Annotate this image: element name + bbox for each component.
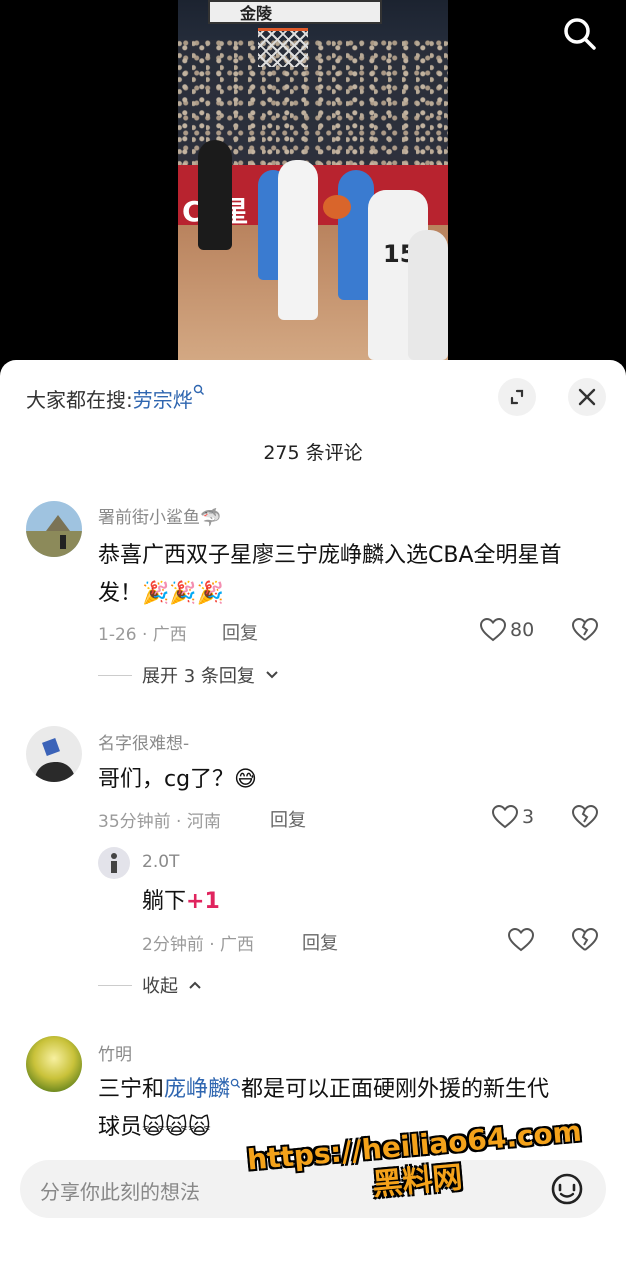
divider-line (98, 674, 132, 676)
expand-icon (510, 389, 524, 405)
comment-meta: 35分钟前 · 河南 (98, 812, 221, 832)
avatar-image (98, 847, 130, 879)
comment-input-placeholder[interactable]: 分享你此刻的想法 (40, 1176, 200, 1205)
comment-text: 哥们，cg了？😅 (98, 767, 257, 792)
like-button[interactable]: 80 (480, 618, 534, 642)
dislike-button[interactable] (571, 804, 599, 833)
avatar-image (26, 501, 82, 557)
backboard-text: 金陵 (240, 4, 273, 23)
expand-replies[interactable]: 展开 3 条回复 (98, 662, 279, 688)
avatar-image (26, 726, 82, 782)
divider-line (98, 984, 132, 986)
comment-text-prefix: 三宁和 (98, 1077, 165, 1102)
expand-replies-label: 展开 3 条回复 (142, 666, 255, 687)
broken-heart-icon (571, 617, 599, 641)
expand-button[interactable] (498, 378, 536, 416)
comment-text-line: 三宁和庞峥麟 都是可以正面硬刚外援的新生代 (98, 1072, 549, 1108)
broken-heart-icon (571, 927, 599, 951)
broken-heart-icon (571, 804, 599, 828)
player-white-2 (408, 230, 448, 360)
comment-username[interactable]: 署前街小鲨鱼🦈 (98, 503, 221, 528)
search-icon (564, 18, 596, 50)
reply-username[interactable]: 2.0T (142, 852, 179, 872)
search-keyword-link[interactable]: 庞峥麟 (164, 1077, 230, 1102)
heart-icon (508, 928, 534, 952)
search-small-icon (230, 1078, 241, 1089)
emoji-button[interactable] (550, 1172, 584, 1206)
like-count: 80 (510, 619, 535, 641)
comment-username[interactable]: 竹明 (98, 1040, 132, 1065)
reply-meta: 2分钟前 · 广西 (142, 935, 255, 955)
like-button[interactable] (508, 928, 534, 952)
like-button[interactable]: 3 (492, 805, 534, 829)
reply-button[interactable]: 回复 (222, 619, 258, 645)
reply-button[interactable]: 回复 (270, 806, 306, 832)
avatar[interactable] (98, 847, 130, 879)
reply-button[interactable]: 回复 (302, 929, 338, 955)
dislike-button[interactable] (571, 617, 599, 646)
comment-text-line: 发！🎉🎉🎉 (98, 581, 225, 606)
close-icon (578, 388, 596, 406)
referee (198, 140, 232, 250)
reply-text: 躺下+1 (142, 884, 220, 920)
comment-text-line: 球员🙀🙀🙀 (98, 1115, 211, 1140)
chevron-up-icon (189, 981, 201, 989)
basketball (323, 195, 351, 219)
heart-icon (492, 805, 518, 829)
comment-text-suffix: 都是可以正面硬刚外援的新生代 (241, 1077, 550, 1102)
comment-username[interactable]: 名字很难想- (98, 729, 189, 754)
video-player[interactable]: CL星 金陵 15 (0, 0, 626, 360)
comment-sheet: 大家都在搜:劳宗烨 275 条评论 署前街小鲨鱼🦈 恭喜广西双子星廖三宁庞峥麟入… (0, 360, 626, 1280)
comment-input-bar[interactable]: 分享你此刻的想法 (20, 1160, 606, 1218)
everyone-search-term[interactable]: 劳宗烨 (133, 388, 193, 412)
collapse-replies[interactable]: 收起 (98, 972, 202, 998)
comment-text-line: 恭喜广西双子星廖三宁庞峥麟入选CBA全明星首 (98, 543, 562, 568)
emoji-icon (551, 1173, 583, 1205)
everyone-search-label: 大家都在搜: (26, 388, 133, 412)
avatar[interactable] (26, 501, 82, 557)
search-small-icon (193, 384, 204, 395)
comment-count-title: 275 条评论 (263, 442, 363, 464)
collapse-replies-label: 收起 (142, 976, 178, 997)
heart-icon (480, 618, 506, 642)
everyone-search[interactable]: 大家都在搜:劳宗烨 (26, 384, 205, 413)
backboard: 金陵 (208, 0, 382, 24)
dislike-button[interactable] (571, 927, 599, 956)
hoop-net (258, 28, 308, 67)
comment-meta: 1-26 · 广西 (98, 625, 187, 645)
avatar-image (26, 1036, 82, 1092)
search-button[interactable] (560, 14, 600, 54)
video-frame[interactable]: CL星 金陵 15 (178, 0, 448, 360)
close-button[interactable] (568, 378, 606, 416)
avatar[interactable] (26, 1036, 82, 1092)
player-white-1 (278, 160, 318, 320)
reply-text-body: 躺下 (142, 889, 187, 914)
like-count: 3 (522, 806, 535, 828)
avatar[interactable] (26, 726, 82, 782)
chevron-down-icon (266, 671, 278, 679)
plus-one-sticker: +1 (186, 889, 220, 914)
